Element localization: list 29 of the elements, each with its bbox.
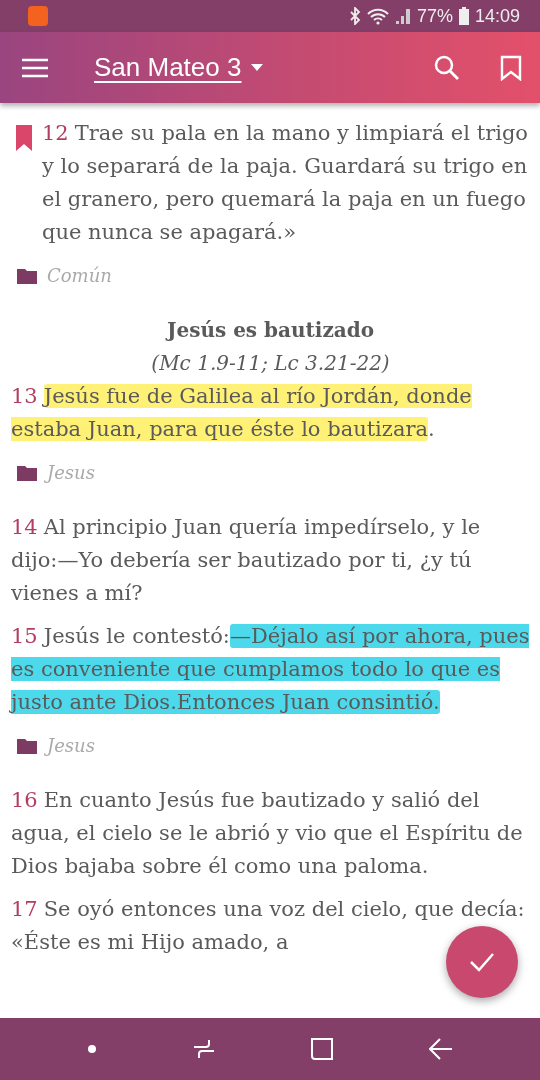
section-heading: Jesús es bautizado: [164, 317, 376, 344]
battery-icon: [458, 7, 469, 25]
dropdown-caret-icon[interactable]: [251, 64, 264, 71]
search-button[interactable]: [434, 54, 460, 81]
home-icon[interactable]: [310, 1037, 335, 1061]
battery-percent: 77%: [416, 4, 453, 28]
verse-text: 15 Jesús le contestó:—Déjalo así por ahora, pues es conveniente que cumplamos todo lo que es justo ante Dios.Entonces Juan consintió.: [11, 623, 530, 716]
back-icon[interactable]: [428, 1038, 453, 1060]
confirm-button[interactable]: [446, 926, 518, 998]
folder-icon: [17, 464, 37, 481]
cross-reference: (Mc 1.9-11; Lc 3.21-22): [150, 350, 391, 377]
folder-icon: [17, 737, 37, 754]
checkmark-icon: [469, 952, 495, 972]
book-chapter-title[interactable]: San Mateo 3: [94, 48, 242, 87]
signal-icon: [394, 7, 411, 25]
wifi-icon: [366, 7, 389, 25]
clock-time: 14:09: [474, 4, 520, 28]
menu-button[interactable]: [22, 57, 48, 78]
folder-icon: [17, 267, 37, 284]
verse-text: 17 Se oyó entonces una voz del cielo, que decía: «Éste es mi Hijo amado, a: [11, 896, 526, 956]
bookmark-button[interactable]: [500, 54, 522, 81]
notification-app-icon: [28, 6, 48, 26]
dot-icon[interactable]: [87, 1044, 98, 1054]
tag-label[interactable]: Común: [47, 259, 112, 292]
recent-apps-icon[interactable]: [191, 1039, 216, 1059]
verse-text: 14 Al principio Juan quería impedírselo, y le dijo:—Yo debería ser bautizado por ti, ¿y tú vienes a mí?: [11, 514, 482, 607]
verse-text: 12 Trae su pala en la mano y limpiará el trigo y lo separará de la paja. Guardará su trigo en el granero, pero quemará la paja en un fuego que nunca se apagará.»: [42, 120, 529, 246]
verse-text: 16 En cuanto Jesús fue bautizado y salió del agua, el cielo se le abrió y vio que el Espíritu de Dios bajaba sobre él como una paloma.: [11, 787, 524, 880]
bluetooth-icon: [348, 7, 361, 25]
